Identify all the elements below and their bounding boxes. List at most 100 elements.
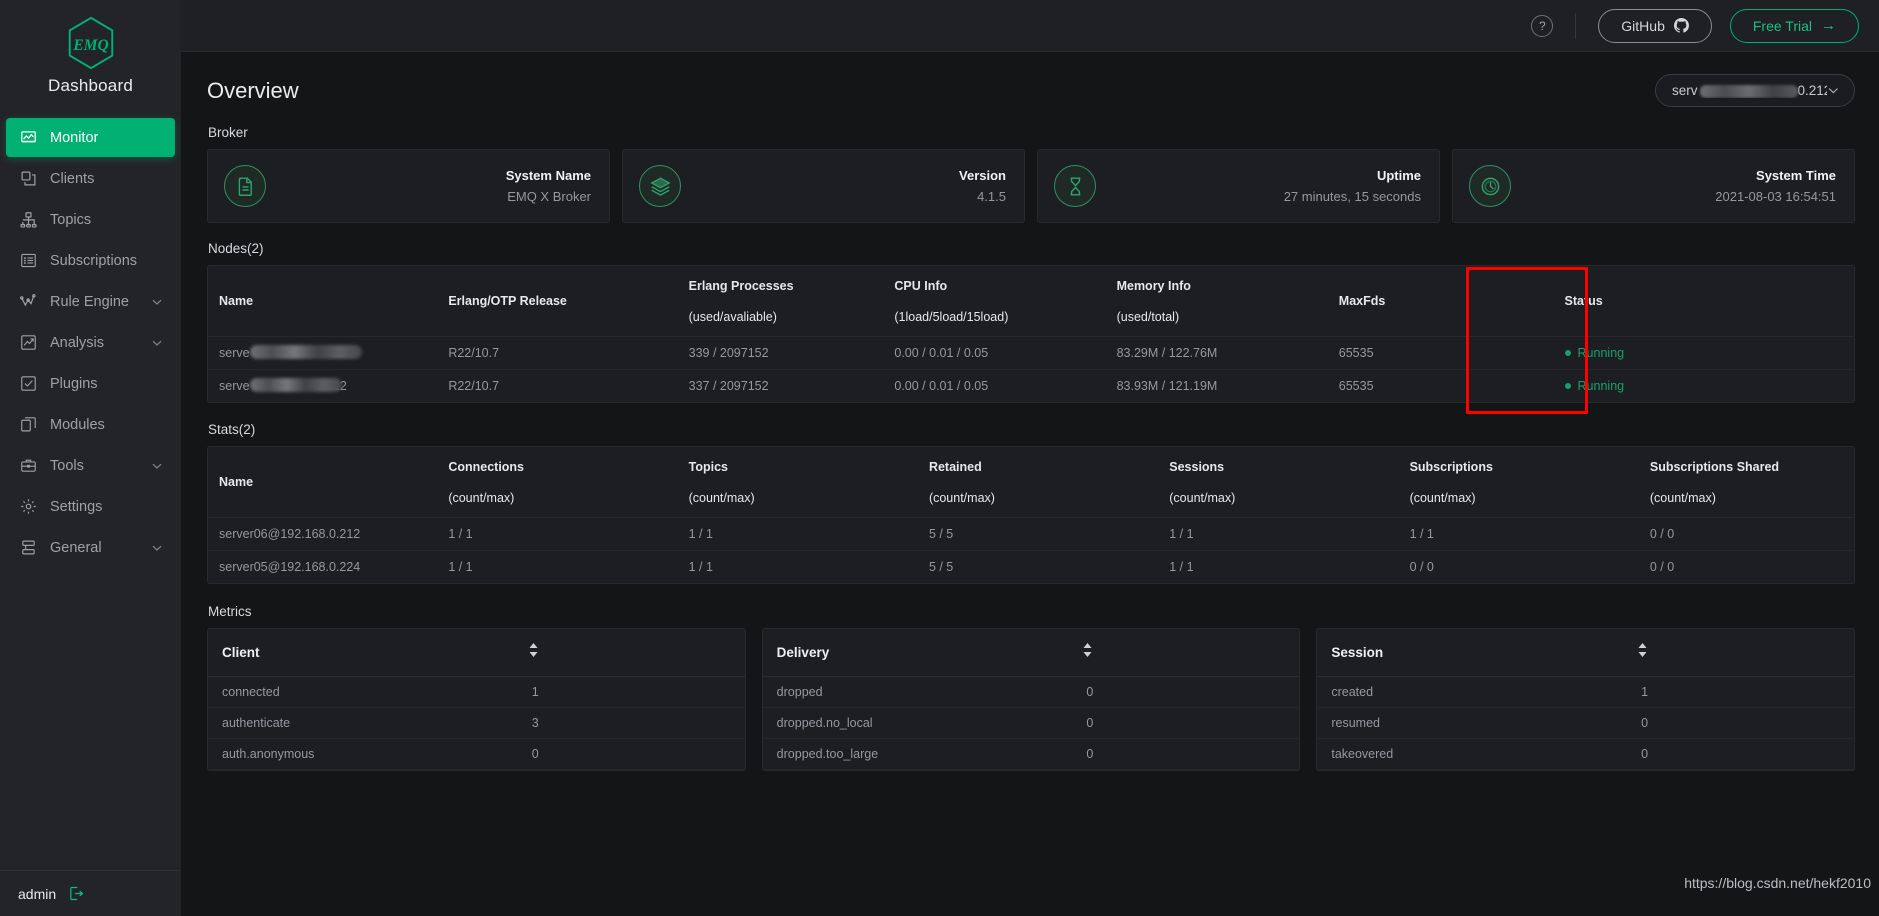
node-status-cell: Running <box>1544 336 1854 370</box>
stats-connections-cell: 1 / 1 <box>448 517 689 551</box>
broker-section-label: Broker <box>208 125 248 140</box>
sidebar-item-plugins[interactable]: Plugins <box>6 364 175 403</box>
sidebar-item-clients[interactable]: Clients <box>6 159 175 198</box>
node-cpu-cell: 0.00 / 0.01 / 0.05 <box>894 379 989 393</box>
sidebar-item-rule-engine[interactable]: Rule Engine <box>6 282 175 321</box>
logout-icon[interactable] <box>68 885 85 902</box>
broker-cards: System Name EMQ X Broker Version 4.1.5 U… <box>207 149 1855 223</box>
github-button[interactable]: GitHub <box>1598 8 1712 43</box>
broker-card-text: Uptime 27 minutes, 15 seconds <box>1096 168 1421 204</box>
nodes-section-label: Nodes(2) <box>208 241 264 256</box>
list-item: dropped.no_local 0 <box>762 708 1300 739</box>
broker-card-value: 27 minutes, 15 seconds <box>1283 189 1421 204</box>
sidebar-item-label: Rule Engine <box>50 293 129 310</box>
metric-value: 3 <box>531 716 539 730</box>
node-processes-cell: 339 / 2097152 <box>688 336 895 370</box>
sidebar-item-label: Tools <box>50 457 84 474</box>
chevron-down-icon[interactable] <box>151 337 163 349</box>
nodes-col-maxfds: MaxFds <box>1338 266 1545 337</box>
sidebar-item-monitor[interactable]: Monitor <box>6 118 175 157</box>
plugins-icon <box>18 373 39 394</box>
sidebar-item-label: Topics <box>50 211 92 228</box>
sidebar-item-label: Monitor <box>50 129 99 146</box>
node-maxfds-cell: 65535 <box>1338 379 1374 393</box>
chevron-down-icon[interactable] <box>151 542 163 554</box>
broker-card-text: Version 4.1.5 <box>681 168 1006 204</box>
metric-card-title: Delivery <box>776 645 830 660</box>
nodes-col-status: Status <box>1544 266 1854 337</box>
nodes-table-container: Name Erlang/OTP Release Erlang Processes… <box>207 265 1855 414</box>
monitor-icon <box>18 127 39 148</box>
divider <box>1575 12 1577 39</box>
sort-icon <box>1083 643 1092 657</box>
sidebar-item-subscriptions[interactable]: Subscriptions <box>6 241 175 280</box>
node-selector-value: serv 0.212 <box>1672 83 1827 98</box>
sidebar-item-analysis[interactable]: Analysis <box>6 323 175 362</box>
node-name-cell: serve0.212 <box>208 370 448 403</box>
broker-card-key: System Name <box>505 168 591 183</box>
node-processes-cell: 337 / 2097152 <box>688 379 769 393</box>
stats-col-subscriptions-shared: Subscriptions Shared (count/max) <box>1649 447 1854 518</box>
metric-card-header[interactable]: Session <box>1317 629 1855 677</box>
top-bar: ? GitHub Free Trial → <box>181 0 1879 52</box>
stats-section-label: Stats(2) <box>208 422 256 437</box>
sort-button[interactable] <box>528 643 727 662</box>
metric-card-session: Session created 1 resumed 0 takeovered 0 <box>1316 628 1856 771</box>
stats-retained-cell: 5 / 5 <box>928 560 954 574</box>
chevron-down-icon[interactable] <box>151 460 163 472</box>
status-label: Running <box>1577 346 1625 360</box>
brand-title: Dashboard <box>48 76 133 95</box>
broker-card-value: 2021-08-03 16:54:51 <box>1715 189 1836 204</box>
nodes-col-cpu: CPU Info (1load/5load/15load) <box>894 266 1117 337</box>
github-icon <box>1673 18 1689 33</box>
table-row: serve224 R22/10.7 339 / 2097152 0.00 / 0… <box>208 336 1854 370</box>
stats-subscriptions-shared-cell: 0 / 0 <box>1649 560 1675 574</box>
stats-table: Name Connections (count/max) Topics (count… <box>208 447 1854 583</box>
brand: EMQ Dashboard <box>0 0 181 110</box>
stats-col-topics: Topics (count/max) <box>688 447 929 518</box>
stats-col-subscriptions: Subscriptions (count/max) <box>1409 447 1650 518</box>
chevron-down-icon[interactable] <box>151 296 163 308</box>
metric-card-client: Client connected 1 authenticate 3 auth.a… <box>207 628 746 771</box>
clock-icon <box>1469 165 1511 207</box>
sort-button[interactable] <box>1637 643 1836 662</box>
free-trial-label: Free Trial <box>1752 17 1812 34</box>
free-trial-button[interactable]: Free Trial → <box>1729 8 1859 43</box>
status-label: Running <box>1577 379 1625 393</box>
svg-text:EMQ: EMQ <box>72 37 108 54</box>
node-selector-suffix: 0.212 <box>1797 83 1828 98</box>
table-row: server05@192.168.0.224 1 / 1 1 / 1 5 / 5… <box>208 551 1854 584</box>
nodes-table-wrap: Name Erlang/OTP Release Erlang Processes… <box>207 265 1855 403</box>
sidebar-item-general[interactable]: General <box>6 528 175 567</box>
stats-topics-cell: 1 / 1 <box>688 560 713 574</box>
sidebar-item-topics[interactable]: Topics <box>6 200 175 239</box>
nodes-col-name: Name <box>208 266 449 337</box>
sidebar-item-tools[interactable]: Tools <box>6 446 175 485</box>
sidebar-item-modules[interactable]: Modules <box>6 405 175 444</box>
metric-name: dropped <box>776 685 823 699</box>
metric-card-header[interactable]: Client <box>208 629 745 677</box>
metric-card-header[interactable]: Delivery <box>762 629 1300 677</box>
nodes-table-body: serve224 R22/10.7 339 / 2097152 0.00 / 0… <box>208 336 1854 403</box>
tools-icon <box>18 455 39 476</box>
table-row: server06@192.168.0.212 1 / 1 1 / 1 5 / 5… <box>208 517 1854 551</box>
subscriptions-icon <box>18 250 39 271</box>
chevron-down-icon[interactable] <box>1827 84 1840 97</box>
node-selector-dropdown[interactable]: serv 0.212 <box>1655 74 1855 107</box>
node-memory-cell: 83.29M / 122.76M <box>1116 336 1339 370</box>
stats-subscriptions-shared-cell: 0 / 0 <box>1649 517 1854 551</box>
sidebar-item-settings[interactable]: Settings <box>6 487 175 526</box>
broker-card-key: System Time <box>1756 168 1836 183</box>
metric-name: authenticate <box>222 716 291 730</box>
broker-card-key: Version <box>959 168 1006 183</box>
sort-icon <box>529 643 538 657</box>
broker-card-text: System Time 2021-08-03 16:54:51 <box>1511 168 1836 204</box>
status-dot-icon <box>1564 350 1571 356</box>
sort-button[interactable] <box>1082 643 1281 662</box>
stats-col-connections: Connections (count/max) <box>448 447 689 518</box>
broker-card-value: EMQ X Broker <box>507 189 591 204</box>
help-icon[interactable]: ? <box>1531 14 1554 37</box>
node-memory-cell: 83.93M / 121.19M <box>1116 379 1218 393</box>
metrics-section-label: Metrics <box>208 604 252 619</box>
sidebar-item-label: Analysis <box>50 334 104 351</box>
